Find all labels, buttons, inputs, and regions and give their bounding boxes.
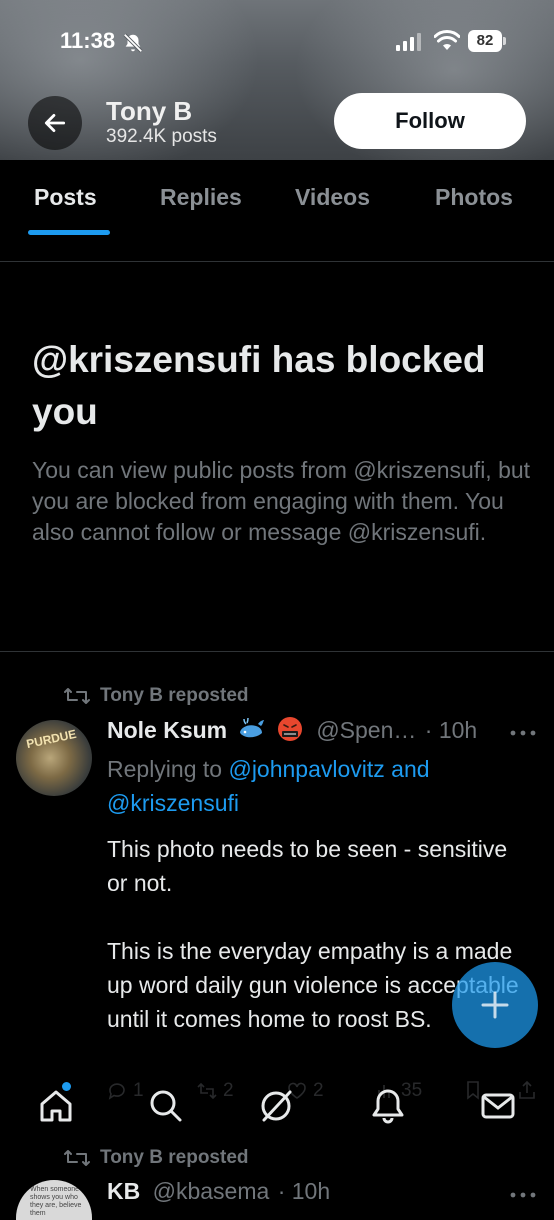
- avatar[interactable]: PURDUE: [16, 720, 92, 796]
- notice-divider: [0, 651, 554, 652]
- tab-posts[interactable]: Posts: [34, 184, 97, 211]
- cursing-face-emoji-icon: [277, 717, 302, 741]
- notifications-icon[interactable]: [368, 1086, 408, 1126]
- blocked-description: You can view public posts from @kriszens…: [32, 457, 531, 545]
- tab-videos[interactable]: Videos: [295, 184, 370, 211]
- profile-name: Tony B: [106, 96, 193, 126]
- avatar-text: When someone shows you who they are, bel…: [30, 1186, 82, 1217]
- back-button[interactable]: [28, 96, 82, 150]
- compose-button[interactable]: [452, 962, 538, 1048]
- author-name[interactable]: KB: [107, 1178, 140, 1204]
- grok-icon[interactable]: [256, 1086, 296, 1126]
- search-icon[interactable]: [146, 1086, 186, 1126]
- profile-post-count: 392.4K posts: [106, 126, 217, 147]
- profile-tabs: Posts Replies Videos Photos: [0, 160, 554, 236]
- post-header: KB @kbasema · 10h: [107, 1178, 330, 1205]
- mention-link[interactable]: @johnpavlovitz: [228, 756, 384, 782]
- mention-link[interactable]: @kriszensufi: [107, 790, 239, 816]
- avatar-text: PURDUE: [25, 726, 78, 752]
- tabs-divider: [0, 261, 554, 262]
- status-time: 11:38: [60, 28, 116, 53]
- replying-prefix: Replying to: [107, 756, 229, 782]
- blocked-title: @kriszensufi has blocked you: [32, 339, 486, 432]
- post-time: · 10h: [277, 1178, 331, 1204]
- more-options-icon[interactable]: [510, 1191, 536, 1199]
- author-name[interactable]: Nole Ksum: [107, 717, 227, 743]
- wifi-icon: [434, 30, 460, 50]
- repost-label: Tony B reposted: [100, 1147, 249, 1168]
- notification-dot: [62, 1082, 71, 1091]
- repost-indicator: Tony B reposted: [64, 685, 249, 707]
- repost-label: Tony B reposted: [100, 685, 249, 706]
- battery-icon: 82: [468, 30, 506, 52]
- bell-off-icon: [123, 33, 143, 53]
- arrow-left-icon: [44, 114, 66, 132]
- post-time: · 10h: [424, 717, 478, 743]
- status-bar: 11:38 82: [0, 24, 554, 64]
- tab-photos[interactable]: Photos: [435, 184, 513, 211]
- more-options-icon[interactable]: [510, 729, 536, 737]
- repost-indicator: Tony B reposted: [64, 1147, 249, 1169]
- home-icon[interactable]: [36, 1086, 76, 1126]
- bottom-navigation: [0, 1068, 554, 1154]
- signal-icon: [396, 33, 421, 51]
- repost-icon: [64, 688, 90, 704]
- author-handle[interactable]: @kbasema: [153, 1178, 270, 1204]
- replying-and: and: [384, 756, 430, 782]
- post-header: Nole Ksum @Spen… · 10h: [107, 716, 537, 750]
- replying-to: Replying to @johnpavlovitz and @kriszensu…: [107, 752, 527, 820]
- follow-button[interactable]: Follow: [334, 93, 526, 149]
- plus-icon: [481, 991, 509, 1019]
- active-tab-indicator: [28, 230, 110, 235]
- messages-icon[interactable]: [478, 1086, 518, 1126]
- avatar[interactable]: When someone shows you who they are, bel…: [16, 1180, 92, 1220]
- whale-emoji-icon: [239, 717, 264, 738]
- repost-icon: [64, 1150, 90, 1166]
- author-handle[interactable]: @Spen…: [316, 717, 416, 743]
- tab-replies[interactable]: Replies: [160, 184, 242, 211]
